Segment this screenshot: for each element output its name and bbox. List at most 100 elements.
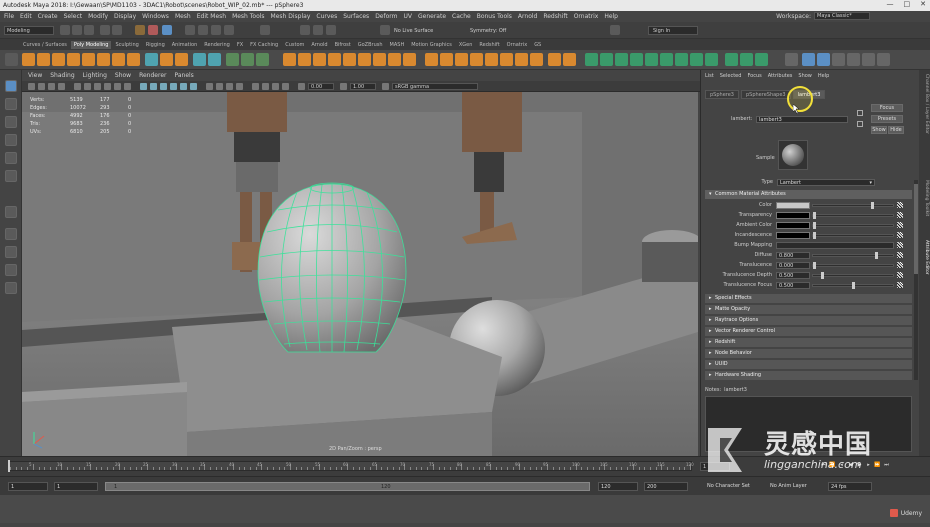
shelf-tab-custom[interactable]: Custom (282, 41, 307, 49)
camera-attr-icon[interactable] (38, 83, 45, 90)
channel-box-tab[interactable]: Channel Box / Layer Editor (920, 74, 929, 134)
offset-loop-icon[interactable] (500, 53, 513, 66)
step-forward-key-icon[interactable]: ▸ (865, 462, 872, 469)
image-plane-icon[interactable] (58, 83, 65, 90)
anim-layer-dropdown[interactable]: No Anim Layer (768, 482, 824, 491)
live-surface-icon[interactable] (380, 25, 390, 35)
map-button-icon[interactable] (897, 252, 903, 258)
map-button-icon[interactable] (897, 282, 903, 288)
mirror-icon[interactable] (256, 53, 269, 66)
panel-menu-renderer[interactable]: Renderer (139, 72, 166, 79)
ae-section-node-behavior[interactable]: ▸ Node Behavior (705, 349, 912, 358)
range-slider[interactable]: 1 120 (105, 482, 590, 491)
render-settings-icon[interactable] (326, 25, 336, 35)
gate-mask-icon[interactable] (104, 83, 111, 90)
resolution-gate-icon[interactable] (94, 83, 101, 90)
anti-aliasing-icon[interactable] (226, 83, 233, 90)
shelf-tab-rendering[interactable]: Rendering (201, 41, 233, 49)
translucence-focus-slider[interactable] (812, 281, 894, 289)
append-icon[interactable] (328, 53, 341, 66)
menu-edit-mesh[interactable]: Edit Mesh (197, 13, 226, 20)
new-scene-icon[interactable] (60, 25, 70, 35)
sign-in-button[interactable]: Sign In (648, 26, 698, 35)
slide-edge-icon[interactable] (515, 53, 528, 66)
shadows-icon[interactable] (190, 83, 197, 90)
history-icon[interactable] (260, 25, 270, 35)
ae-scrollbar-thumb[interactable] (914, 184, 918, 274)
four-view-layout-icon[interactable] (5, 228, 17, 240)
combine-icon[interactable] (193, 53, 206, 66)
menu-set-dropdown[interactable]: Modeling (4, 26, 54, 35)
workspace-dropdown[interactable]: Maya Classic* (814, 12, 870, 20)
layout-icon[interactable] (645, 53, 658, 66)
ae-section-raytrace-options[interactable]: ▸ Raytrace Options (705, 316, 912, 325)
current-frame-field[interactable]: 1 (700, 462, 730, 471)
smooth-shade-icon[interactable] (150, 83, 157, 90)
bevel-icon[interactable] (313, 53, 326, 66)
select-hierarchy-icon[interactable] (135, 25, 145, 35)
toggle-panel-icon[interactable] (610, 25, 620, 35)
redo-icon[interactable] (112, 25, 122, 35)
shelf-tab-fx[interactable]: FX (234, 41, 246, 49)
harden-edge-icon[interactable] (563, 53, 576, 66)
ae-input-connection-icon[interactable] (857, 110, 863, 116)
view-transform-dropdown[interactable]: sRGB gamma (392, 83, 478, 90)
ae-presets-button[interactable]: Presets (871, 115, 903, 123)
quad-draw-icon[interactable] (403, 53, 416, 66)
color-slider[interactable] (812, 221, 894, 229)
color-slider[interactable] (812, 201, 894, 209)
poly-cylinder-icon[interactable] (52, 53, 65, 66)
menu-file[interactable]: File (4, 13, 14, 20)
color-swatch[interactable] (776, 211, 810, 219)
color-management-icon[interactable] (382, 83, 389, 90)
ae-section-common-material[interactable]: ▾ Common Material Attributes (705, 190, 912, 199)
merge-icon[interactable] (440, 53, 453, 66)
flip-uv-icon[interactable] (705, 53, 718, 66)
outliner-layout-icon[interactable] (5, 282, 17, 294)
menu-modify[interactable]: Modify (88, 13, 108, 20)
ae-scrollbar[interactable] (914, 180, 918, 380)
go-to-start-icon[interactable]: ⏮ (820, 462, 827, 469)
move-tool-icon[interactable] (5, 134, 17, 146)
ae-tab-psphere3[interactable]: pSphere3 (705, 90, 739, 99)
shelf-tab-curves-surfaces[interactable]: Curves / Surfaces (20, 41, 70, 49)
edge-loop-icon[interactable] (485, 53, 498, 66)
step-back-icon[interactable]: ⏪ (829, 462, 836, 469)
outliner-icon[interactable] (832, 53, 845, 66)
depth-of-field-icon[interactable] (236, 83, 243, 90)
shelf-tab-motion-graphics[interactable]: Motion Graphics (408, 41, 455, 49)
open-scene-icon[interactable] (72, 25, 82, 35)
map-button-icon[interactable] (897, 262, 903, 268)
snap-grid-icon[interactable] (185, 25, 195, 35)
ae-menu-list[interactable]: List (705, 73, 714, 79)
menu-help[interactable]: Help (604, 13, 618, 20)
persp-outliner-layout-icon[interactable] (5, 246, 17, 258)
textured-icon[interactable] (170, 83, 177, 90)
map-button-icon[interactable] (897, 222, 903, 228)
color-slider[interactable] (812, 211, 894, 219)
fill-hole-icon[interactable] (343, 53, 356, 66)
ambient-occlusion-icon[interactable] (206, 83, 213, 90)
isolate-select-icon[interactable] (252, 83, 259, 90)
panel-menu-lighting[interactable]: Lighting (83, 72, 107, 79)
menu-curves[interactable]: Curves (316, 13, 337, 20)
lasso-tool-icon[interactable] (5, 98, 17, 110)
ae-section-redshift[interactable]: ▸ Redshift (705, 338, 912, 347)
paint-select-tool-icon[interactable] (5, 116, 17, 128)
translucence-slider[interactable] (812, 261, 894, 269)
minimize-button[interactable]: — (887, 0, 894, 8)
move-sew-icon[interactable] (690, 53, 703, 66)
time-slider-track[interactable]: 5 10 15 20 25 30 35 40 45 50 55 60 65 70 75 80 85 90 95 100… (8, 461, 694, 471)
start-time-field[interactable]: 1 (8, 482, 48, 491)
gamma-icon[interactable] (340, 83, 347, 90)
wireframe-on-shaded-icon[interactable] (160, 83, 167, 90)
single-perspective-layout-icon[interactable] (5, 206, 17, 218)
boolean-icon[interactable] (241, 53, 254, 66)
ae-section-matte-opacity[interactable]: ▸ Matte Opacity (705, 305, 912, 314)
rotate-tool-icon[interactable] (5, 152, 17, 164)
wedge-icon[interactable] (470, 53, 483, 66)
map-button-icon[interactable] (897, 212, 903, 218)
menu-select[interactable]: Select (64, 13, 83, 20)
bump-mapping-field[interactable] (776, 241, 894, 249)
exposure-icon[interactable] (298, 83, 305, 90)
